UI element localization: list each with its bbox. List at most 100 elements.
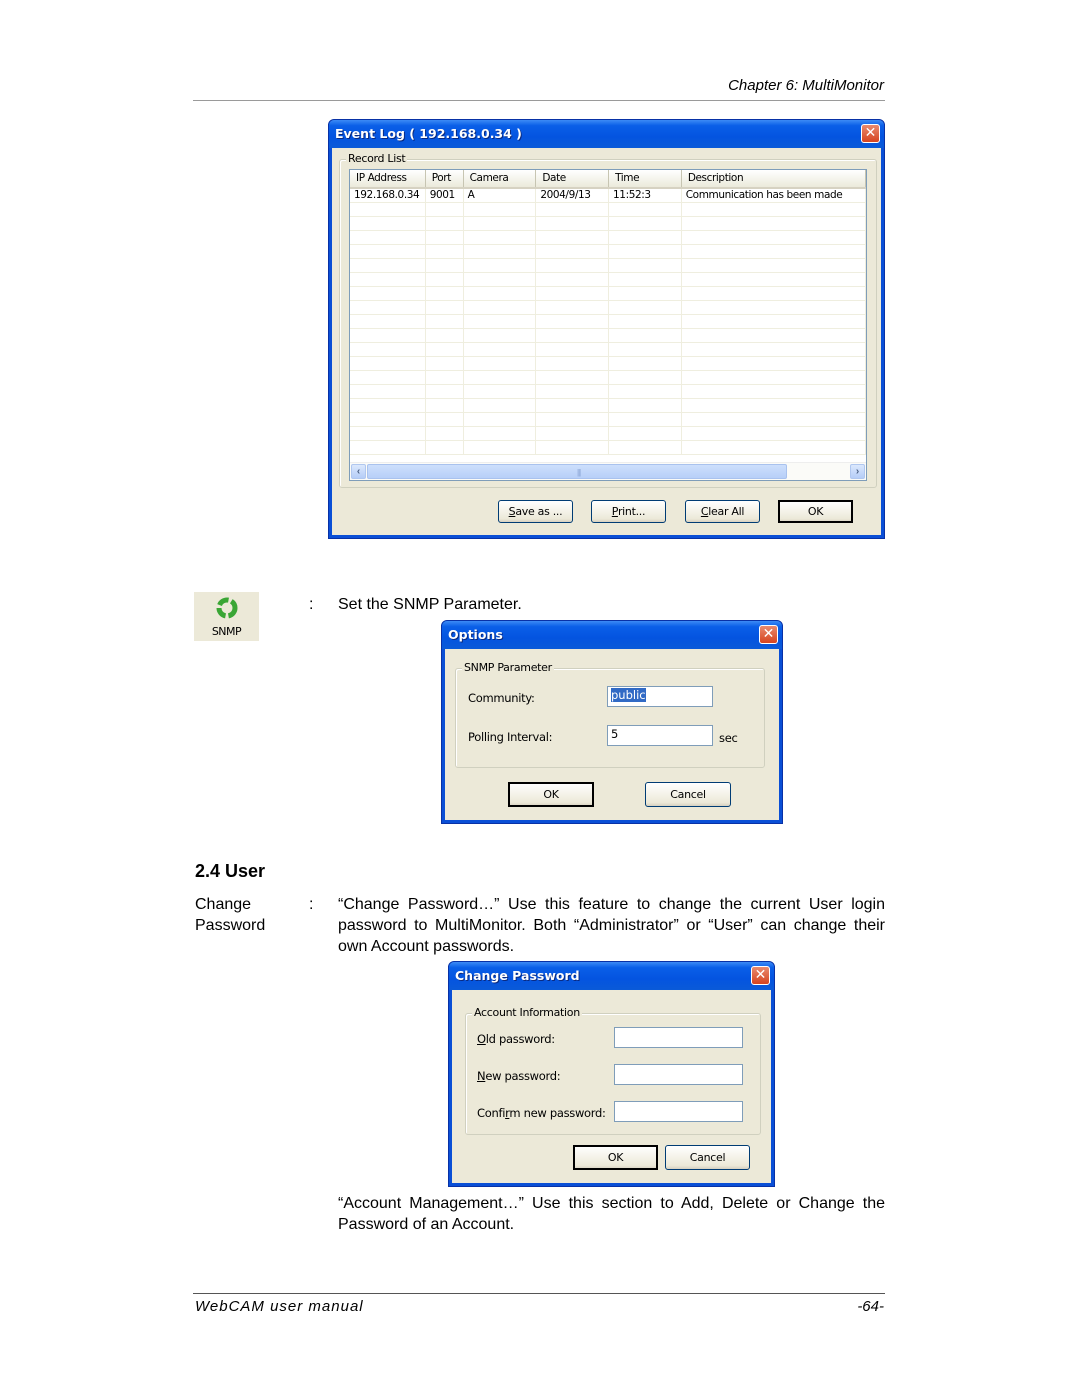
table-cell xyxy=(426,371,464,384)
change-password-titlebar[interactable]: Change Password ✕ xyxy=(449,962,774,990)
table-cell xyxy=(682,315,866,328)
column-header[interactable]: Port xyxy=(426,170,464,187)
horizontal-scrollbar[interactable]: ‹ ||| › xyxy=(350,462,866,480)
table-cell xyxy=(609,343,682,356)
table-cell xyxy=(682,343,866,356)
table-cell xyxy=(426,399,464,412)
table-cell xyxy=(682,357,866,370)
table-cell xyxy=(609,427,682,440)
chapter-header: Chapter 6: MultiMonitor xyxy=(728,77,884,94)
table-cell xyxy=(350,329,426,342)
table-cell xyxy=(464,357,537,370)
change-password-term-line1: Change xyxy=(195,896,252,913)
change-password-cancel-button[interactable]: Cancel xyxy=(665,1145,750,1170)
options-ok-label: OK xyxy=(543,788,559,801)
change-password-ok-button[interactable]: OK xyxy=(573,1145,658,1170)
change-password-window: Change Password ✕ Account Information Ol… xyxy=(448,961,775,1187)
options-cancel-label: Cancel xyxy=(670,788,706,801)
table-cell xyxy=(426,357,464,370)
new-password-input[interactable] xyxy=(614,1064,743,1085)
grip-icon: ||| xyxy=(577,468,581,477)
table-cell xyxy=(464,217,537,230)
table-cell xyxy=(682,441,866,454)
options-titlebar[interactable]: Options ✕ xyxy=(442,621,782,649)
close-icon: ✕ xyxy=(754,967,767,983)
snmp-description: Set the SNMP Parameter. xyxy=(338,596,522,613)
table-cell xyxy=(426,427,464,440)
new-password-text: ew password: xyxy=(485,1069,561,1083)
table-cell xyxy=(609,329,682,342)
print-button[interactable]: Print... xyxy=(591,500,666,523)
table-cell xyxy=(536,371,610,384)
save-as-button[interactable]: Save as ... xyxy=(498,500,573,523)
record-list-rows: 192.168.0.34 9001 A 2004/9/13 11:52:3 Communi… xyxy=(350,189,866,455)
column-header[interactable]: Time xyxy=(609,170,682,187)
new-password-label: New password: xyxy=(477,1069,561,1083)
footer-title: WebCAM user manual xyxy=(195,1298,364,1315)
table-cell xyxy=(426,413,464,426)
scrollbar-thumb[interactable]: ||| xyxy=(367,464,787,479)
table-cell xyxy=(682,273,866,286)
table-cell xyxy=(464,343,537,356)
scroll-left-button[interactable]: ‹ xyxy=(351,464,366,479)
confirm-password-label: Confirm new password: xyxy=(477,1106,606,1120)
community-value: public xyxy=(611,688,646,702)
close-button[interactable]: ✕ xyxy=(861,124,880,143)
options-cancel-button[interactable]: Cancel xyxy=(645,782,731,807)
table-cell xyxy=(536,203,610,216)
ok-button[interactable]: OK xyxy=(778,500,853,523)
polling-unit: sec xyxy=(719,731,738,745)
record-list-label: Record List xyxy=(346,152,408,165)
column-header[interactable]: Date xyxy=(536,170,610,187)
table-cell xyxy=(536,231,610,244)
scroll-right-button[interactable]: › xyxy=(850,464,865,479)
table-cell xyxy=(426,245,464,258)
snmp-parameter-group: SNMP Parameter xyxy=(455,661,765,768)
table-cell xyxy=(682,329,866,342)
change-password-colon: : xyxy=(309,896,314,913)
record-list[interactable]: IP Address Port Camera Date Time Description … xyxy=(349,169,867,481)
clear-all-button[interactable]: Clear All xyxy=(685,500,760,523)
table-row xyxy=(350,385,866,399)
table-cell xyxy=(464,301,537,314)
table-cell xyxy=(426,385,464,398)
table-row[interactable]: 192.168.0.34 9001 A 2004/9/13 11:52:3 Communi… xyxy=(350,189,866,203)
table-cell xyxy=(350,427,426,440)
event-log-titlebar[interactable]: Event Log ( 192.168.0.34 ) ✕ xyxy=(329,120,884,148)
table-cell xyxy=(682,371,866,384)
table-cell: 11:52:3 xyxy=(609,189,682,202)
polling-interval-value: 5 xyxy=(611,727,619,741)
table-cell xyxy=(682,287,866,300)
account-information-label: Account Information xyxy=(472,1006,582,1019)
table-cell xyxy=(609,217,682,230)
polling-interval-input[interactable]: 5 xyxy=(607,725,713,746)
table-cell xyxy=(464,203,537,216)
table-cell xyxy=(464,231,537,244)
snmp-toolbar-button[interactable]: SNMP xyxy=(194,592,259,641)
table-cell xyxy=(682,203,866,216)
table-cell xyxy=(426,329,464,342)
table-cell xyxy=(536,259,610,272)
close-button[interactable]: ✕ xyxy=(759,625,778,644)
close-button[interactable]: ✕ xyxy=(751,966,770,985)
column-header[interactable]: IP Address xyxy=(350,170,426,187)
column-header[interactable]: Description xyxy=(682,170,866,187)
community-input[interactable]: public xyxy=(607,686,713,707)
table-row xyxy=(350,357,866,371)
table-cell xyxy=(464,427,537,440)
ok-label: OK xyxy=(807,505,824,518)
column-header[interactable]: Camera xyxy=(464,170,537,187)
table-cell xyxy=(350,371,426,384)
table-row xyxy=(350,273,866,287)
table-row xyxy=(350,231,866,245)
confirm-password-input[interactable] xyxy=(614,1101,743,1122)
table-cell xyxy=(350,441,426,454)
event-log-client: Record List IP Address Port Camera Date Time… xyxy=(332,148,881,535)
table-cell xyxy=(426,301,464,314)
table-cell xyxy=(350,231,426,244)
table-row xyxy=(350,413,866,427)
options-window: Options ✕ SNMP Parameter Community: publ… xyxy=(441,620,783,824)
options-ok-button[interactable]: OK xyxy=(508,782,594,807)
community-label: Community: xyxy=(468,691,535,705)
old-password-input[interactable] xyxy=(614,1027,743,1048)
